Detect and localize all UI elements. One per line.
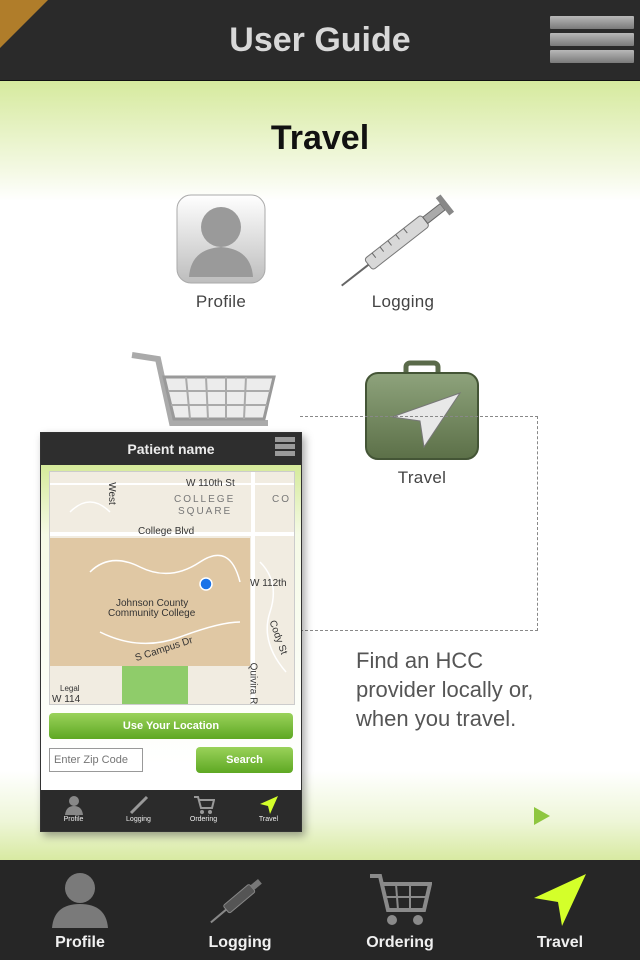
preview-title: Patient name — [127, 441, 215, 457]
preview-tab-label: Logging — [126, 816, 151, 823]
preview-tab-label: Ordering — [189, 816, 218, 823]
map-label: Quivira R — [247, 662, 259, 705]
preview-tab-travel[interactable]: Travel — [236, 790, 301, 831]
section-title: Travel — [270, 119, 370, 157]
preview-tab-profile[interactable]: Profile — [41, 790, 106, 831]
map-label: W 112th — [250, 578, 287, 589]
map-label: West — [105, 482, 117, 505]
preview-header: Patient name — [41, 433, 301, 465]
map-label: W 114 — [52, 694, 81, 705]
preview-tab-label: Travel — [258, 816, 279, 823]
tab-label: Profile — [55, 934, 105, 951]
syringe-icon — [341, 194, 455, 287]
map-label: Community College — [108, 608, 196, 619]
map-label: COLLEGE — [174, 494, 236, 505]
map-legal-link[interactable]: Legal — [60, 684, 80, 693]
tab-label: Logging — [208, 934, 272, 951]
guide-logging-item: Logging — [328, 179, 478, 312]
person-icon — [64, 796, 83, 815]
tab-profile[interactable]: Profile — [0, 860, 160, 960]
tab-travel[interactable]: Travel — [480, 860, 640, 960]
tab-logging[interactable]: Logging — [160, 860, 320, 960]
next-page-arrow-icon[interactable] — [534, 807, 550, 825]
cart-icon — [370, 874, 432, 925]
bottom-tab-bar: Profile Logging Ordering Travel — [0, 860, 640, 960]
top-navigation-bar: User Guide — [0, 0, 640, 81]
map-label: SQUARE — [178, 506, 233, 517]
preview-tab-logging[interactable]: Logging — [106, 790, 171, 831]
profile-icon — [176, 194, 266, 284]
map-view[interactable]: W 110th St COLLEGE SQUARE CO College Blv… — [49, 471, 295, 705]
cart-icon — [193, 796, 215, 814]
preview-body: W 110th St COLLEGE SQUARE CO College Blv… — [41, 465, 301, 789]
tab-label: Travel — [536, 934, 584, 951]
callout-connector — [300, 416, 538, 631]
map-label: CO — [272, 494, 291, 505]
profile-label: Profile — [195, 292, 247, 311]
description-text: Find an HCC provider locally or, when yo… — [356, 648, 534, 731]
syringe-icon — [129, 795, 148, 815]
menu-bar — [550, 50, 634, 63]
menu-button[interactable] — [550, 16, 634, 64]
use-location-button[interactable]: Use Your Location — [49, 713, 293, 739]
preview-menu-icon — [275, 437, 295, 458]
tab-ordering[interactable]: Ordering — [320, 860, 480, 960]
menu-bar — [550, 16, 634, 29]
search-button[interactable]: Search — [196, 747, 293, 773]
map-label: W 110th St — [186, 478, 235, 489]
person-icon — [52, 873, 108, 928]
guide-ordering-item — [128, 349, 278, 444]
guide-profile-item: Profile — [168, 191, 274, 312]
tab-label: Ordering — [366, 934, 434, 951]
preview-tab-bar: Profile Logging Ordering Travel — [41, 790, 301, 831]
preview-tab-ordering[interactable]: Ordering — [171, 790, 236, 831]
preview-tab-label: Profile — [63, 816, 84, 823]
screen-preview: Patient name W 110th St COLLEGE SQUARE C… — [40, 432, 302, 832]
syringe-icon — [210, 878, 262, 924]
map-label: College Blvd — [138, 526, 195, 537]
menu-bar — [550, 33, 634, 46]
cart-icon — [131, 352, 276, 426]
page-title: User Guide — [229, 21, 411, 59]
zip-code-input[interactable] — [49, 748, 143, 772]
navigation-arrow-icon — [259, 796, 278, 814]
navigation-arrow-icon — [534, 874, 586, 926]
